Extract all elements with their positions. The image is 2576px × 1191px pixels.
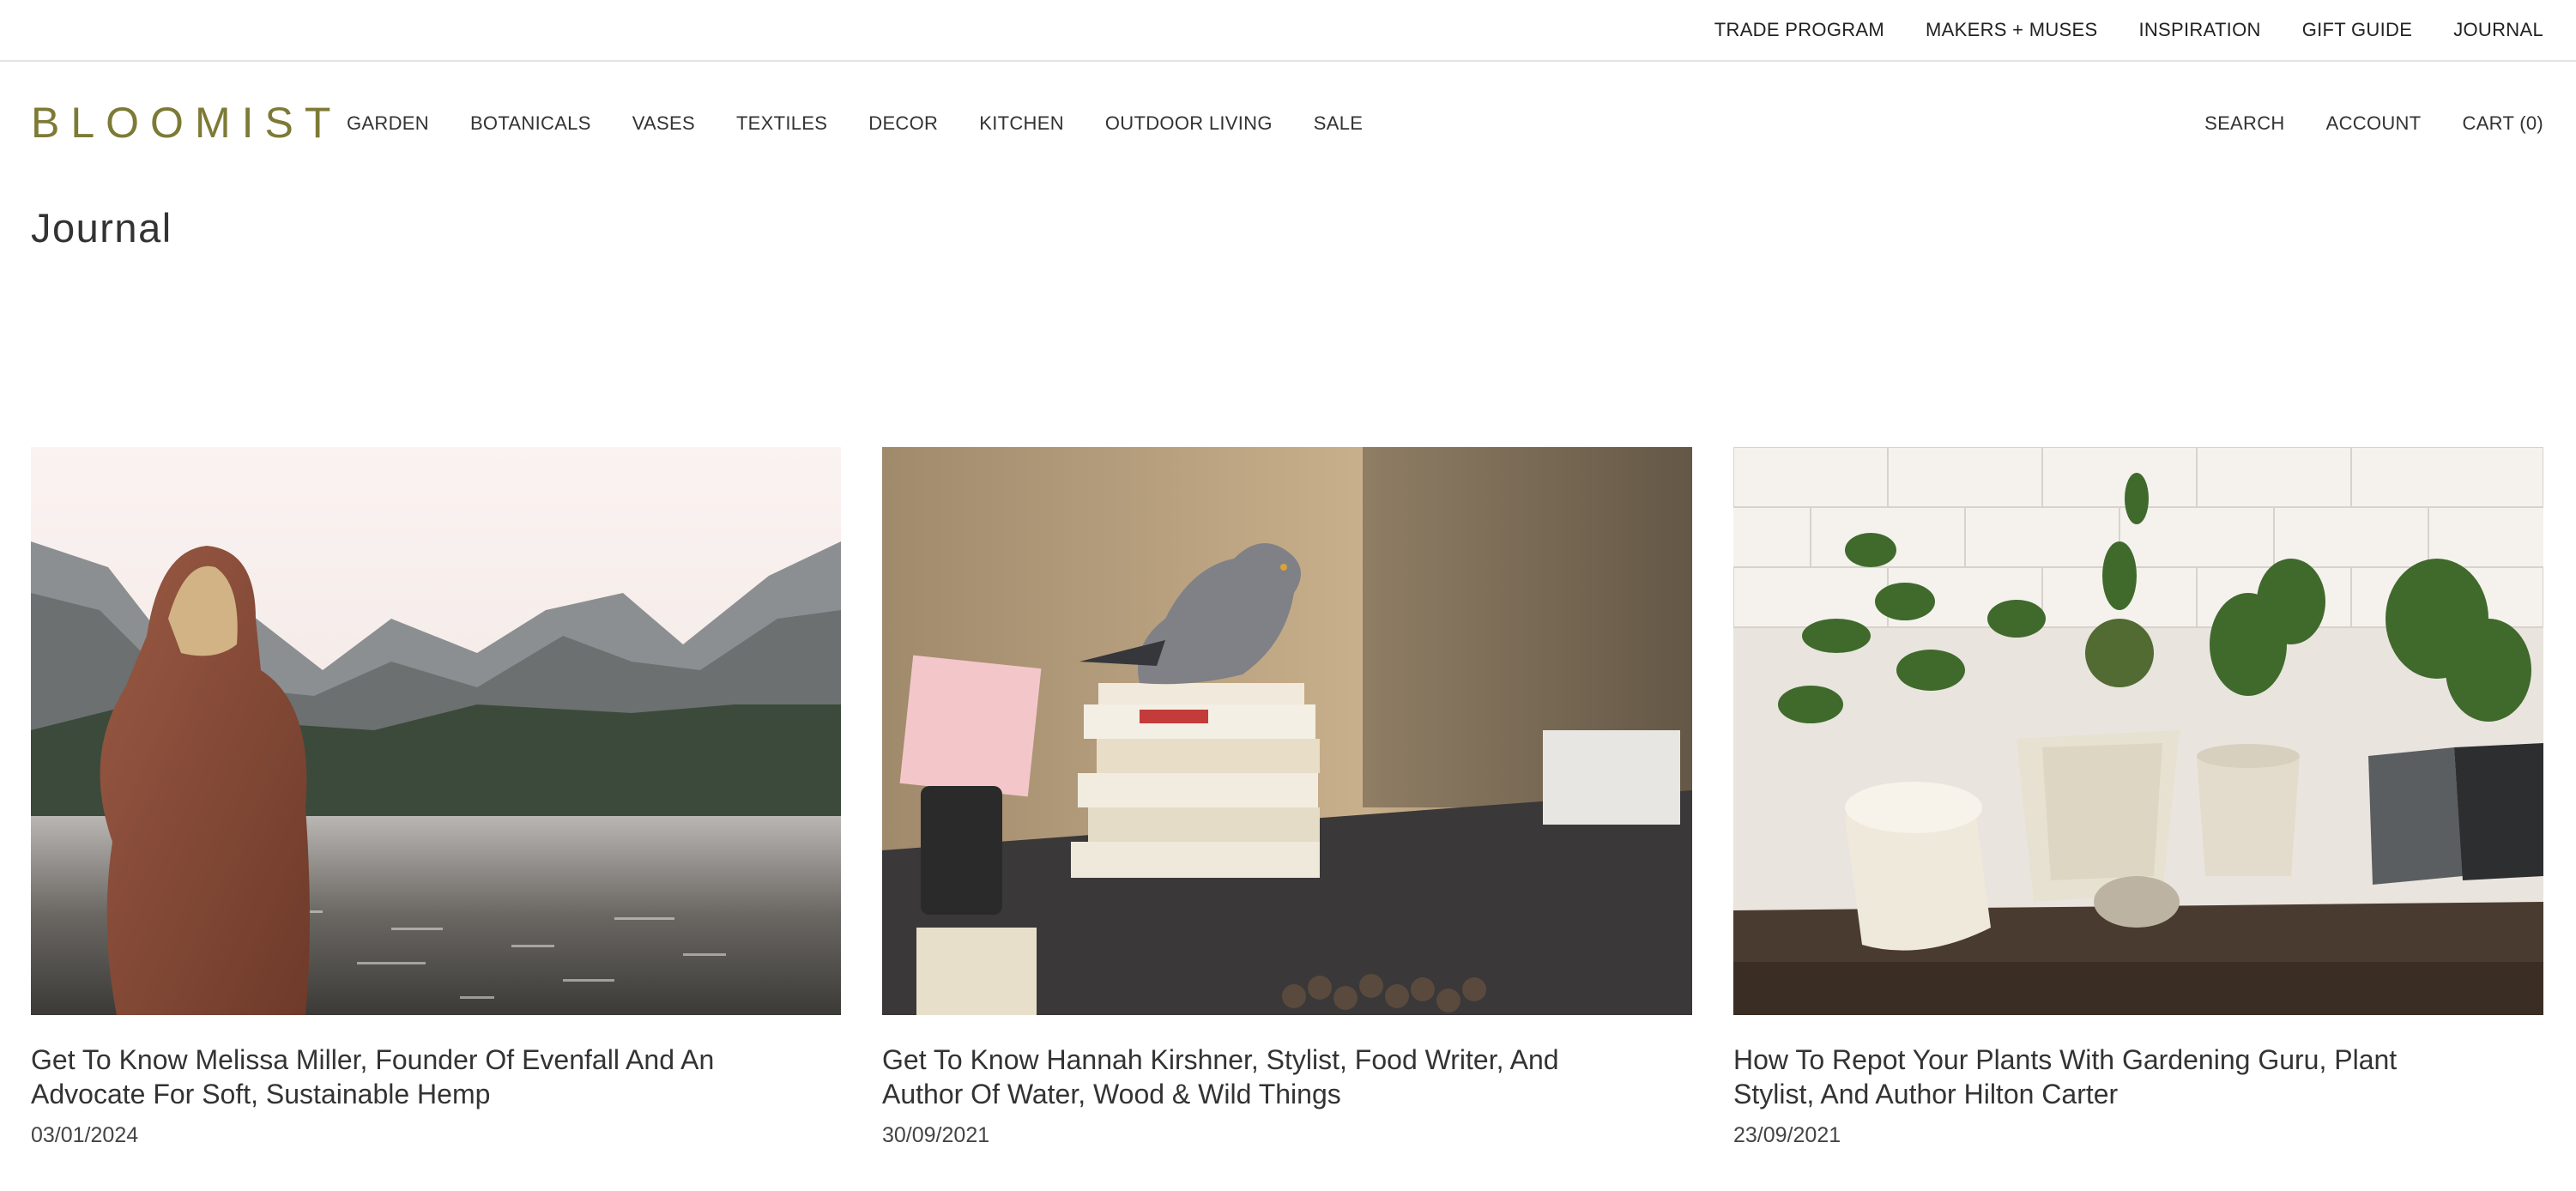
cart-link[interactable]: CART (0) <box>2463 112 2544 135</box>
nav-item-decor[interactable]: DECOR <box>868 112 938 135</box>
nav-item-botanicals[interactable]: BOTANICALS <box>470 112 591 135</box>
nav-item-sale[interactable]: SALE <box>1314 112 1363 135</box>
article-date: 23/09/2021 <box>1733 1123 1841 1147</box>
article-title[interactable]: Get To Know Hannah Kirshner, Stylist, Fo… <box>882 1043 1692 1111</box>
utility-link-makers-muses[interactable]: MAKERS + MUSES <box>1926 19 2097 41</box>
article-title[interactable]: Get To Know Melissa Miller, Founder Of E… <box>31 1043 841 1111</box>
brand-logo[interactable]: BLOOMIST <box>31 101 342 144</box>
article-card: How To Repot Your Plants With Gardening … <box>1733 447 2543 1148</box>
utility-nav: TRADE PROGRAM MAKERS + MUSES INSPIRATION… <box>1714 0 2543 60</box>
utility-bar: TRADE PROGRAM MAKERS + MUSES INSPIRATION… <box>0 0 2576 62</box>
article-photo-plants <box>1733 447 2543 1015</box>
article-card: Get To Know Hannah Kirshner, Stylist, Fo… <box>882 447 1692 1148</box>
main-header: BLOOMIST GARDEN BOTANICALS VASES TEXTILE… <box>0 62 2576 185</box>
page-title: Journal <box>31 205 172 251</box>
nav-item-kitchen[interactable]: KITCHEN <box>979 112 1064 135</box>
article-date: 30/09/2021 <box>882 1123 990 1147</box>
utility-link-journal[interactable]: JOURNAL <box>2453 19 2543 41</box>
account-nav: SEARCH ACCOUNT CART (0) <box>2204 62 2543 185</box>
article-image[interactable] <box>31 447 841 1015</box>
utility-link-gift-guide[interactable]: GIFT GUIDE <box>2302 19 2413 41</box>
article-photo-pigeon-books <box>882 447 1692 1015</box>
search-link[interactable]: SEARCH <box>2204 112 2285 135</box>
article-image[interactable] <box>1733 447 2543 1015</box>
article-title[interactable]: How To Repot Your Plants With Gardening … <box>1733 1043 2543 1111</box>
utility-link-trade-program[interactable]: TRADE PROGRAM <box>1714 19 1884 41</box>
nav-item-vases[interactable]: VASES <box>632 112 695 135</box>
nav-item-textiles[interactable]: TEXTILES <box>736 112 827 135</box>
article-photo-lake <box>31 447 841 1015</box>
nav-item-garden[interactable]: GARDEN <box>347 112 429 135</box>
nav-item-outdoor-living[interactable]: OUTDOOR LIVING <box>1105 112 1273 135</box>
primary-nav: GARDEN BOTANICALS VASES TEXTILES DECOR K… <box>347 62 1363 185</box>
utility-link-inspiration[interactable]: INSPIRATION <box>2138 19 2260 41</box>
article-date: 03/01/2024 <box>31 1123 139 1147</box>
article-card: Get To Know Melissa Miller, Founder Of E… <box>31 447 841 1148</box>
article-image[interactable] <box>882 447 1692 1015</box>
account-link[interactable]: ACCOUNT <box>2326 112 2422 135</box>
